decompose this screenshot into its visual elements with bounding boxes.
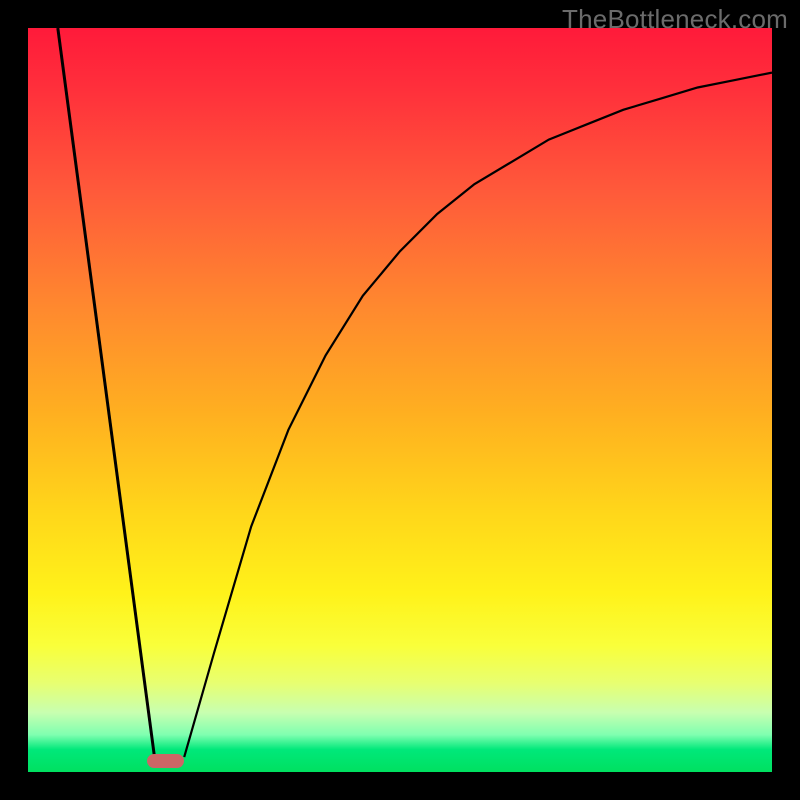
curve-layer: [28, 28, 772, 772]
left-falling-line: [58, 28, 155, 757]
min-marker: [147, 754, 184, 767]
watermark-text: TheBottleneck.com: [562, 4, 788, 35]
right-rising-curve: [184, 73, 772, 758]
plot-area: [28, 28, 772, 772]
chart-frame: TheBottleneck.com: [0, 0, 800, 800]
